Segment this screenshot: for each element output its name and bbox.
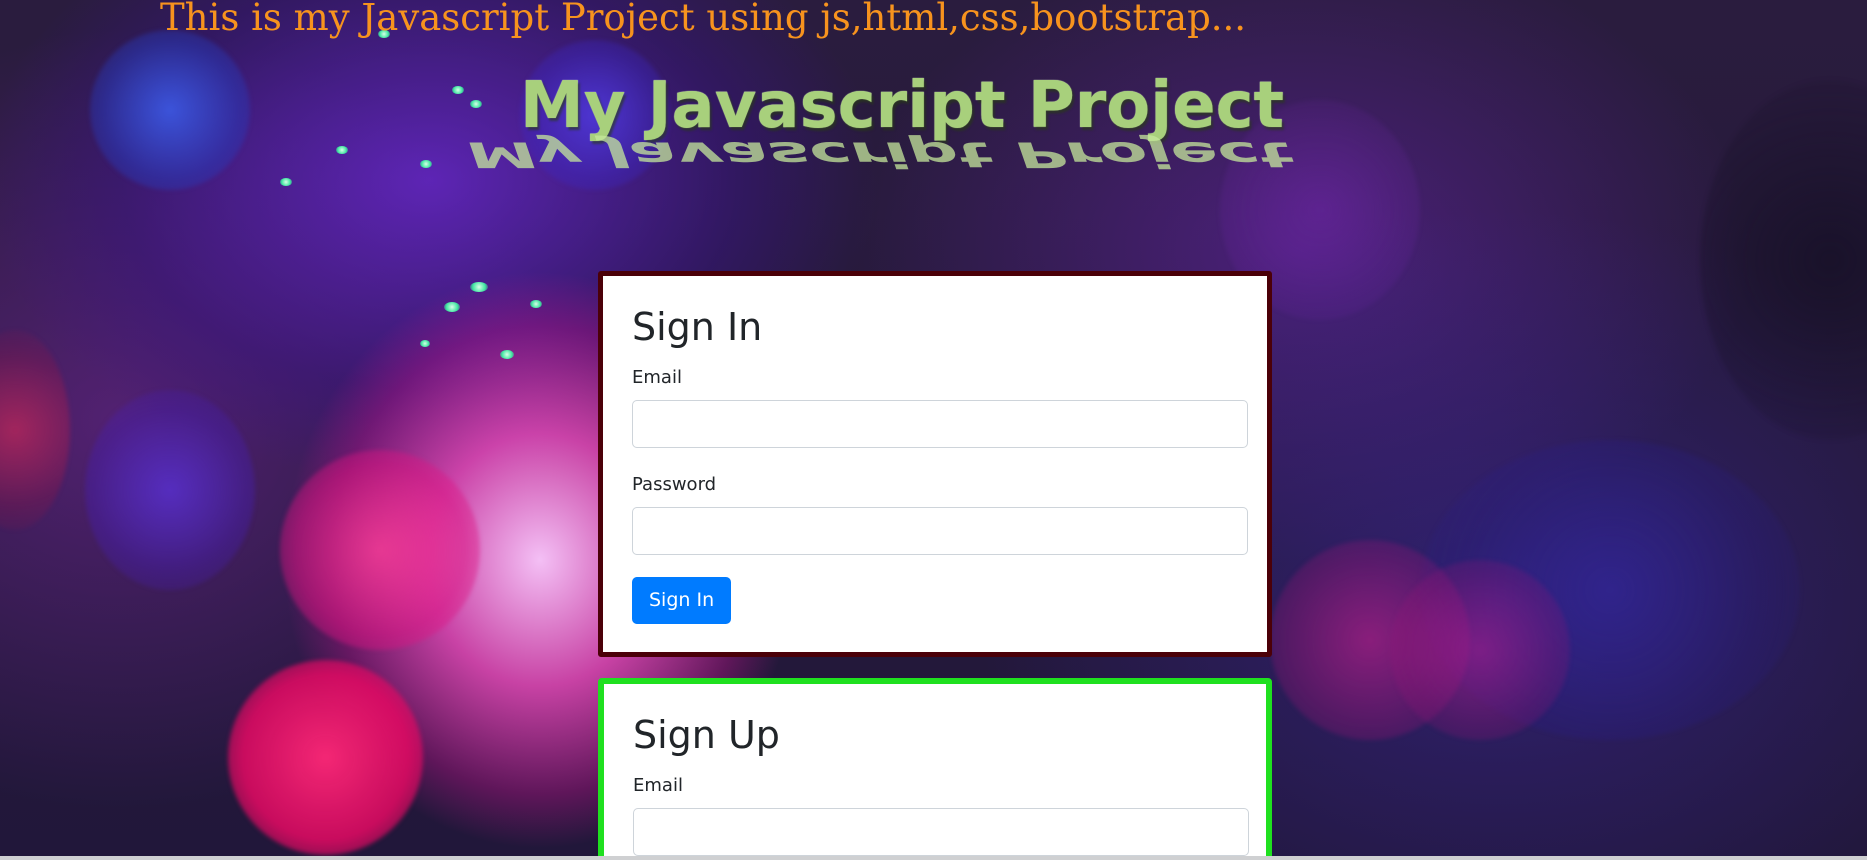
sign-in-password-input[interactable] xyxy=(632,507,1248,555)
bokeh-light xyxy=(1390,560,1570,740)
sparkle xyxy=(530,300,542,308)
bokeh-light xyxy=(90,30,250,190)
sign-up-title: Sign Up xyxy=(633,713,780,757)
sign-in-button[interactable]: Sign In xyxy=(632,577,732,624)
sign-up-card: Sign Up Email xyxy=(598,678,1272,860)
sparkle xyxy=(452,86,464,94)
intro-text: This is my Javascript Project using js,h… xyxy=(160,0,1247,39)
bokeh-light xyxy=(85,390,255,590)
sign-in-title: Sign In xyxy=(632,305,763,349)
bokeh-light xyxy=(0,330,70,530)
sparkle xyxy=(470,100,482,108)
sparkle xyxy=(420,160,432,168)
sign-in-password-label: Password xyxy=(632,474,717,495)
bokeh-light xyxy=(280,450,480,650)
bokeh-light xyxy=(228,660,423,855)
sign-in-card: Sign In Email Password Sign In xyxy=(598,271,1272,657)
sign-in-email-label: Email xyxy=(632,367,682,388)
sparkle xyxy=(470,282,488,292)
hero-title-block: My Javascript Project My Javascript Proj… xyxy=(460,69,1400,190)
sign-up-email-input[interactable] xyxy=(633,808,1249,856)
sparkle xyxy=(444,302,460,312)
horizontal-scrollbar[interactable] xyxy=(0,856,1867,860)
hero-title: My Javascript Project xyxy=(520,69,1285,143)
sparkle xyxy=(500,350,514,359)
sign-in-email-input[interactable] xyxy=(632,400,1248,448)
sparkle xyxy=(336,146,348,154)
bokeh-light xyxy=(1700,80,1867,440)
sign-up-email-label: Email xyxy=(633,775,683,796)
hero-title-reflection: My Javascript Project xyxy=(460,133,1300,175)
sparkle xyxy=(420,340,430,347)
sparkle xyxy=(280,178,292,186)
